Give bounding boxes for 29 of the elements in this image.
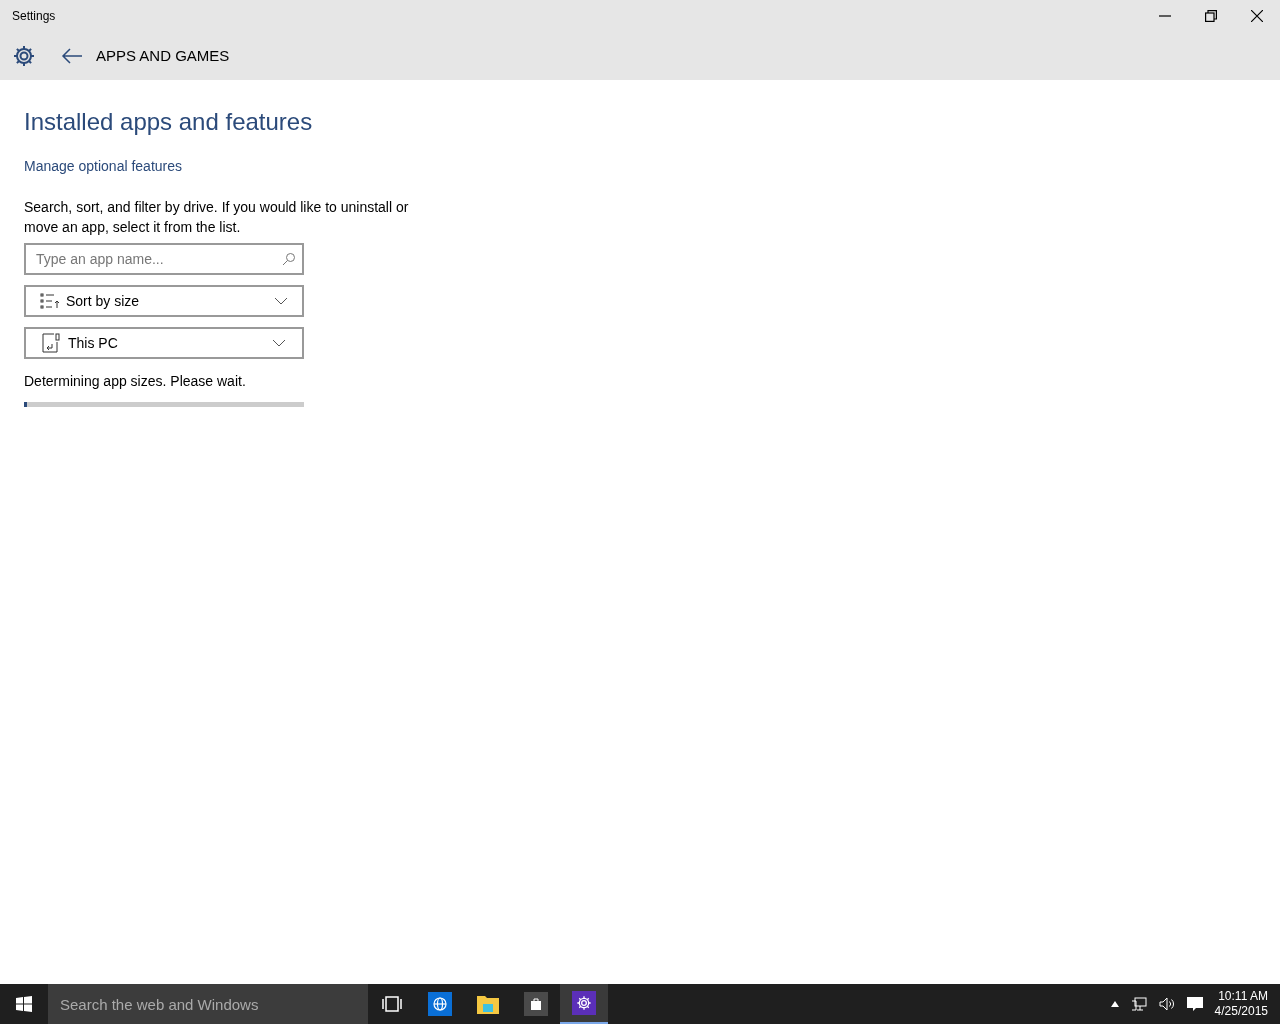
clock-date: 4/25/2015 bbox=[1214, 1004, 1268, 1019]
section-title: APPS AND GAMES bbox=[96, 45, 230, 66]
sort-dropdown[interactable]: Sort by size bbox=[24, 285, 304, 317]
shopping-bag-icon bbox=[524, 992, 548, 1016]
settings-icon bbox=[12, 44, 36, 68]
chevron-up-icon bbox=[1110, 1001, 1119, 1007]
speaker-icon bbox=[1158, 996, 1175, 1012]
manage-features-link[interactable]: Manage optional features bbox=[24, 156, 182, 177]
taskbar-app-button[interactable] bbox=[560, 984, 608, 1024]
drive-dropdown[interactable]: This PC bbox=[24, 327, 304, 359]
network-icon bbox=[1130, 996, 1147, 1012]
close-icon bbox=[1251, 10, 1263, 22]
restore-icon bbox=[1205, 10, 1217, 22]
globe-icon bbox=[428, 992, 452, 1016]
chevron-down-icon bbox=[274, 297, 288, 305]
drive-icon bbox=[42, 333, 62, 353]
sort-list-icon bbox=[40, 293, 60, 309]
windows-logo-icon bbox=[16, 996, 32, 1012]
window-title: Settings bbox=[11, 8, 56, 24]
status-text: Determining app sizes. Please wait. bbox=[24, 372, 246, 391]
message-icon bbox=[1186, 996, 1203, 1012]
taskbar-search-field[interactable]: Search the web and Windows bbox=[48, 984, 368, 1024]
chevron-down-icon bbox=[272, 339, 286, 347]
search-field[interactable]: Type an app name... bbox=[24, 243, 304, 275]
page-heading: Installed apps and features bbox=[24, 107, 313, 137]
search-icon bbox=[282, 252, 296, 266]
task-view-icon bbox=[382, 996, 402, 1012]
clock-time: 10:11 AM bbox=[1218, 989, 1268, 1004]
description-text: Search, sort, and filter by drive. If you would like to uninstall or move an app, select it from the list. bbox=[24, 198, 410, 237]
